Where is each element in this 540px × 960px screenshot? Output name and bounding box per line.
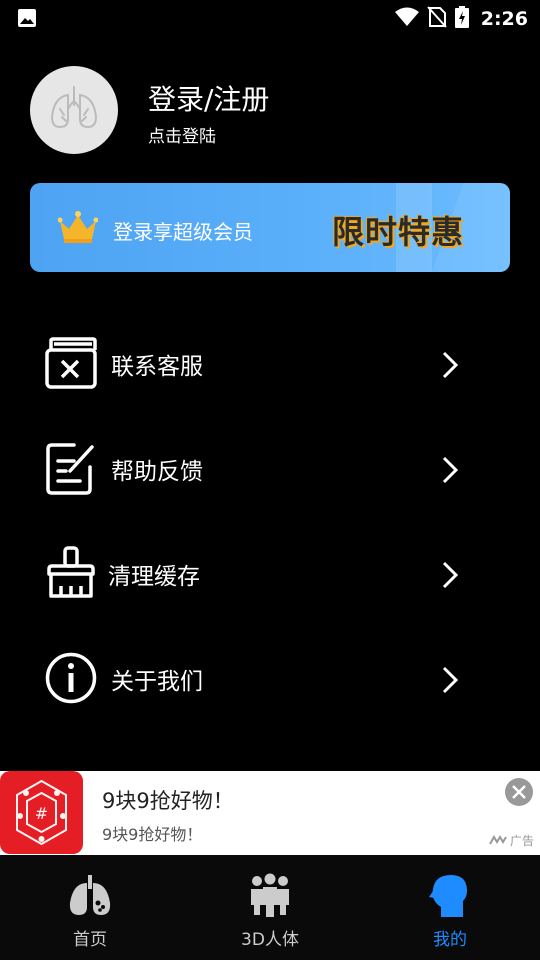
info-icon <box>44 651 98 705</box>
vip-banner[interactable]: 登录享超级会员 限时特惠 <box>30 183 510 272</box>
image-icon <box>17 8 37 32</box>
brush-icon <box>44 546 98 600</box>
ad-close-button[interactable] <box>505 778 533 810</box>
ad-banner[interactable]: # 9块9抢好物！ 9块9抢好物！ 广告 <box>0 771 540 855</box>
chevron-right-icon <box>440 665 460 699</box>
battery-charging-icon <box>454 6 469 32</box>
lungs-tab-icon <box>67 875 113 921</box>
login-title[interactable]: 登录/注册 <box>148 78 269 118</box>
tab-mine[interactable]: 我的 <box>360 873 540 950</box>
chevron-right-icon <box>440 350 460 384</box>
ad-tag-label: 广告 <box>509 834 534 848</box>
bottom-tab-bar: 首页 3D人体 我的 <box>0 855 540 960</box>
profile-header[interactable]: 登录/注册 点击登陆 <box>30 66 510 154</box>
tab-label: 3D人体 <box>241 930 299 950</box>
ad-tag: 广告 <box>489 832 534 849</box>
menu-item-label: 帮助反馈 <box>111 459 203 485</box>
people-icon <box>247 873 293 921</box>
head-profile-icon <box>427 875 473 921</box>
tab-3d-body[interactable]: 3D人体 <box>180 873 360 950</box>
menu-item-label: 关于我们 <box>111 669 203 695</box>
contact-service-icon <box>44 336 98 390</box>
avatar[interactable] <box>30 66 118 154</box>
tab-home[interactable]: 首页 <box>0 873 180 950</box>
wifi-icon <box>394 7 419 31</box>
no-sim-icon <box>426 6 447 32</box>
promo-badge: 限时特惠 <box>332 213 465 251</box>
ad-title[interactable]: 9块9抢好物！ <box>102 785 234 815</box>
feedback-icon <box>44 441 98 495</box>
menu-item-label: 联系客服 <box>111 354 203 380</box>
ad-subtitle: 9块9抢好物！ <box>102 825 203 844</box>
chevron-right-icon <box>440 455 460 489</box>
status-time: 2:26 <box>480 8 528 30</box>
menu-item-help-feedback[interactable]: 帮助反馈 <box>0 415 540 520</box>
settings-menu: 联系客服 帮助反馈 清理缓存 关于我们 <box>0 310 540 730</box>
tab-label: 首页 <box>73 930 107 950</box>
chevron-right-icon <box>440 560 460 594</box>
tab-label: 我的 <box>433 930 467 950</box>
crown-icon <box>57 211 99 249</box>
lungs-icon <box>48 83 100 137</box>
menu-item-label: 清理缓存 <box>108 564 200 590</box>
ad-network-icon <box>489 834 507 848</box>
login-subtitle[interactable]: 点击登陆 <box>148 122 216 147</box>
vip-banner-text: 登录享超级会员 <box>113 220 253 244</box>
menu-item-about-us[interactable]: 关于我们 <box>0 625 540 730</box>
menu-item-clear-cache[interactable]: 清理缓存 <box>0 520 540 625</box>
status-bar: 2:26 <box>0 0 540 36</box>
svg-text:#: # <box>35 804 48 823</box>
menu-item-contact-service[interactable]: 联系客服 <box>0 310 540 415</box>
ad-app-logo[interactable]: # <box>0 771 83 854</box>
